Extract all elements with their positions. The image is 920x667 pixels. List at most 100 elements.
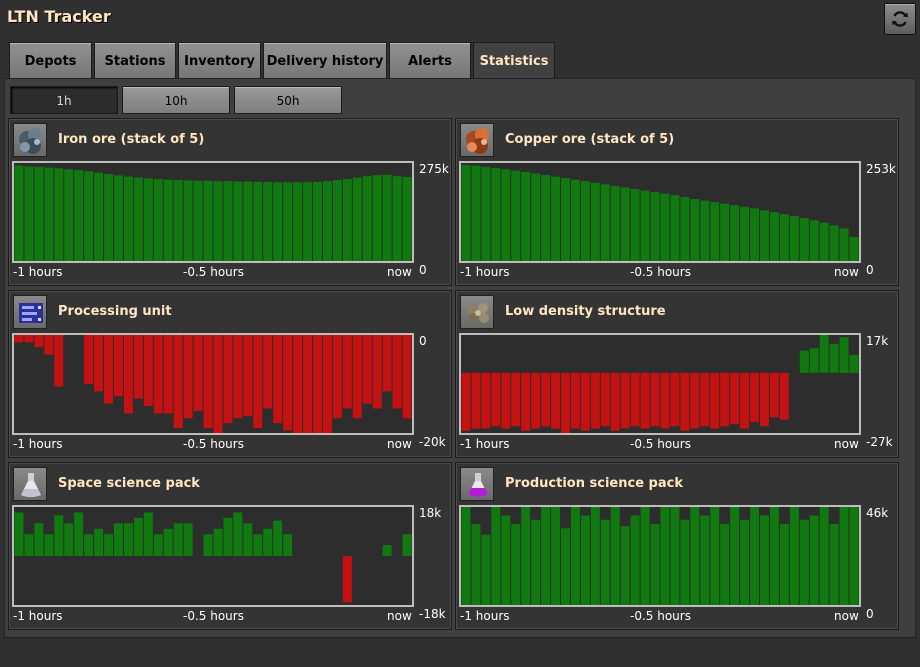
x-axis-label: -1 hours — [460, 265, 510, 279]
bar — [760, 515, 769, 605]
bar — [580, 372, 590, 431]
bar — [819, 507, 829, 605]
bar — [163, 335, 173, 414]
bar — [531, 173, 541, 261]
bar — [133, 517, 143, 556]
low-density-structure-icon-button[interactable] — [460, 295, 494, 329]
bar — [531, 372, 541, 429]
bar — [332, 335, 342, 419]
production-science-pack-icon-button[interactable] — [460, 467, 494, 501]
x-axis-label: -0.5 hours — [630, 265, 691, 279]
bar — [203, 180, 213, 261]
bar — [123, 523, 133, 556]
y-min-label: 0 — [419, 263, 427, 277]
bar — [84, 534, 94, 556]
bar — [461, 164, 471, 261]
tab-statistics[interactable]: Statistics — [473, 42, 555, 79]
bar — [54, 335, 64, 387]
bar — [769, 372, 779, 418]
x-axis-label: now — [834, 265, 859, 279]
bar — [640, 507, 650, 605]
chart-card-production-science-pack: Production science pack 46k 0 -1 hours -0.5 … — [455, 462, 899, 630]
bar — [24, 335, 34, 343]
bar — [332, 180, 342, 261]
bar — [789, 216, 799, 261]
bar — [123, 335, 133, 414]
low-density-structure-icon — [467, 303, 489, 323]
bar — [34, 166, 44, 261]
bar — [660, 507, 670, 605]
space-science-pack-icon-button[interactable] — [13, 467, 47, 501]
x-axis-label: now — [387, 609, 412, 623]
bar — [610, 185, 620, 261]
bar — [740, 519, 750, 605]
bar — [700, 200, 710, 261]
bar — [491, 507, 501, 605]
bar — [620, 526, 630, 605]
bar — [590, 507, 600, 605]
bar — [104, 335, 113, 404]
bar — [24, 534, 34, 556]
production-science-pack-icon — [468, 473, 488, 497]
processing-unit-icon-button[interactable] — [13, 295, 47, 329]
bar — [829, 343, 839, 373]
tab-alerts[interactable]: Alerts — [389, 42, 471, 78]
tab-depots[interactable]: Depots — [9, 42, 92, 78]
bar — [183, 335, 193, 419]
bar — [799, 218, 809, 261]
bar — [213, 335, 223, 433]
bar — [84, 171, 94, 261]
bar — [64, 523, 74, 556]
chart-svg — [461, 335, 859, 433]
bar — [313, 181, 322, 261]
bar — [580, 515, 590, 605]
bar — [561, 178, 570, 261]
bar — [670, 507, 680, 605]
bar — [760, 372, 769, 427]
bar — [193, 335, 203, 411]
bar — [173, 180, 183, 261]
bar-chart — [12, 333, 414, 435]
chart-title: Copper ore (stack of 5) — [505, 132, 675, 147]
refresh-button[interactable] — [884, 3, 916, 35]
chart-card-iron-ore-stack-of-5: Iron ore (stack of 5) 275k 0 -1 hours -0.5 h… — [8, 118, 452, 286]
bar — [392, 335, 402, 409]
period-10h-button[interactable]: 10h — [122, 86, 230, 114]
bar — [44, 335, 54, 355]
bar — [342, 556, 352, 603]
bar — [670, 372, 680, 427]
bar-chart — [459, 161, 861, 263]
bar — [104, 534, 113, 556]
chart-svg — [14, 335, 412, 433]
bar — [263, 528, 273, 556]
chart-svg — [14, 512, 412, 603]
period-50h-button[interactable]: 50h — [234, 86, 342, 114]
bar — [243, 523, 253, 556]
bar — [283, 534, 293, 556]
bar — [690, 199, 700, 261]
y-max-label: 46k — [866, 506, 889, 520]
iron-ore-icon-button[interactable] — [13, 123, 47, 157]
bar — [779, 214, 789, 261]
bar — [253, 534, 263, 556]
tab-inventory[interactable]: Inventory — [178, 42, 261, 78]
bar — [34, 523, 44, 556]
bar — [561, 372, 570, 433]
bar — [263, 335, 273, 409]
y-max-label: 18k — [419, 506, 442, 520]
bar — [491, 372, 501, 427]
tab-stations[interactable]: Stations — [94, 42, 176, 78]
chart-title: Space science pack — [58, 476, 200, 491]
copper-ore-icon-button[interactable] — [460, 123, 494, 157]
bar — [233, 512, 243, 556]
bar — [760, 210, 769, 261]
period-1h-button[interactable]: 1h — [10, 86, 118, 114]
x-axis-label: -1 hours — [13, 609, 63, 623]
bar — [461, 372, 471, 431]
bar — [680, 197, 690, 261]
bar — [183, 523, 193, 556]
bar — [600, 372, 610, 427]
tab-delivery-history[interactable]: Delivery history — [263, 42, 387, 78]
bar — [630, 188, 640, 261]
bar — [253, 335, 263, 429]
